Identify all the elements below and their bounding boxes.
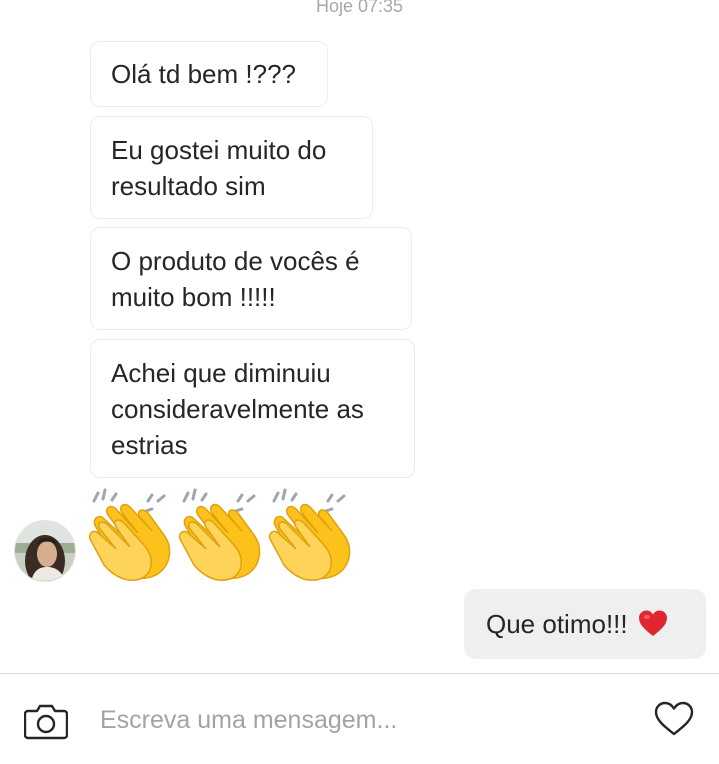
red-heart-icon <box>638 610 667 636</box>
message-composer <box>0 674 719 764</box>
received-message[interactable]: Achei que diminuiu consideravelmente as … <box>90 339 415 478</box>
clapping-hands-icon <box>268 488 351 581</box>
sent-message[interactable]: Que otimo!!! <box>464 589 706 659</box>
sender-avatar[interactable] <box>14 520 76 582</box>
clapping-hands-icon <box>178 488 261 581</box>
message-text: Que otimo!!! <box>486 608 628 639</box>
message-text-line: Achei que diminuiu <box>111 357 331 388</box>
avatar-photo <box>15 521 75 581</box>
received-message[interactable]: Olá td bem !??? <box>90 41 328 107</box>
message-text-line: muito bom !!!!! <box>111 281 276 312</box>
message-text-line: Eu gostei muito do <box>111 134 327 165</box>
message-text-line: consideravelmente as <box>111 393 364 424</box>
received-message[interactable]: O produto de vocês é muito bom !!!!! <box>90 227 412 330</box>
message-input[interactable] <box>100 698 620 742</box>
message-text-line: resultado sim <box>111 170 266 201</box>
camera-icon[interactable] <box>24 702 68 740</box>
message-text-line: O produto de vocês é <box>111 245 360 276</box>
heart-outline-icon[interactable] <box>654 701 694 737</box>
received-message[interactable]: Eu gostei muito do resultado sim <box>90 116 373 219</box>
message-timestamp: Hoje 07:35 <box>315 0 404 16</box>
message-text-line: estrias <box>111 429 188 460</box>
emoji-message[interactable] <box>86 487 356 583</box>
clapping-hands-icon <box>88 488 171 581</box>
message-text: Olá td bem !??? <box>111 59 296 89</box>
